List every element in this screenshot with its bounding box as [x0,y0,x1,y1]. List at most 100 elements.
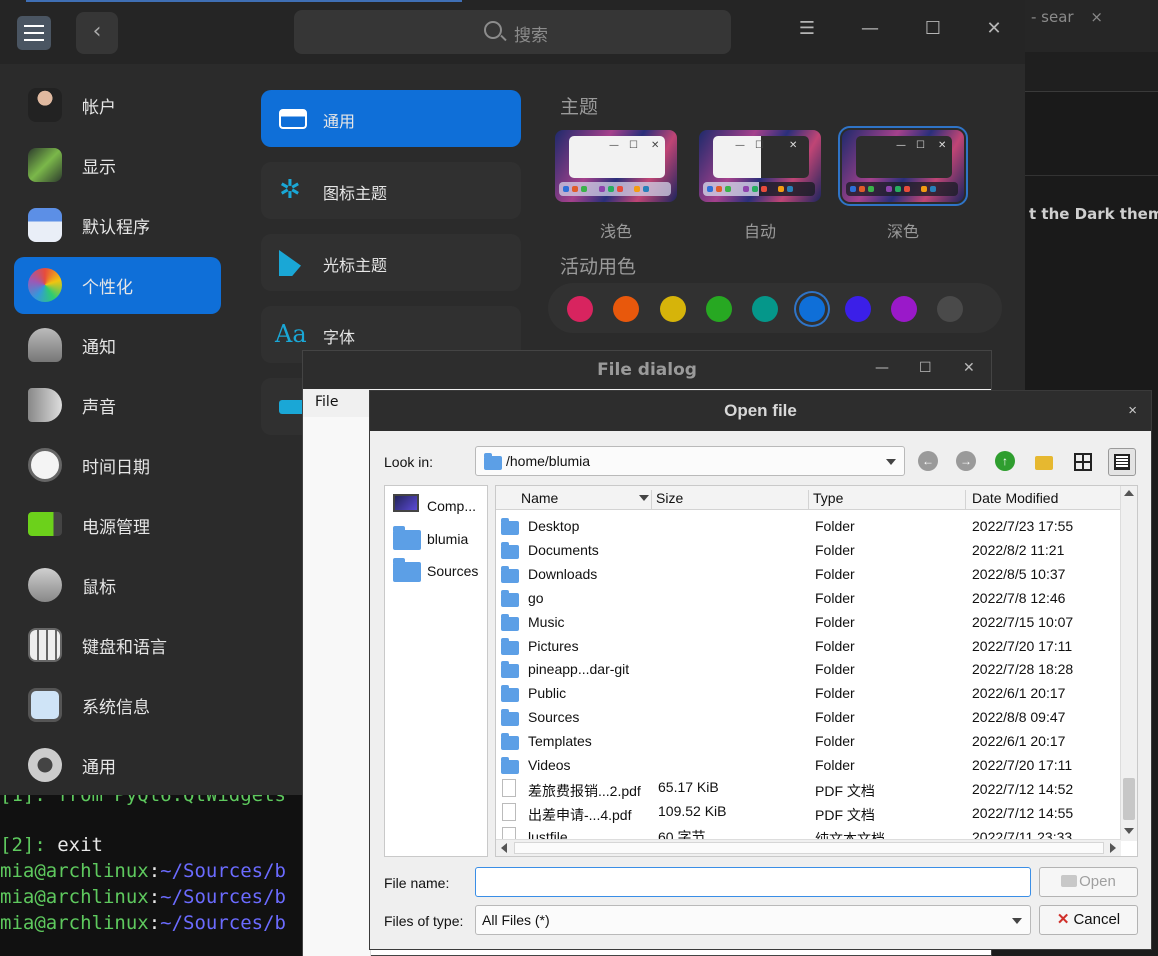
minimize-button[interactable]: — [875,360,889,376]
accent-color-swatch[interactable] [752,296,779,322]
close-button[interactable]: ✕ [963,360,975,376]
sidebar-item-label: 电源管理 [82,518,150,538]
close-icon: ✕ [789,140,798,151]
parent-directory-button[interactable]: ↑ [991,448,1019,476]
look-in-value: /home/blumia [506,453,591,469]
new-folder-button[interactable] [1030,448,1058,476]
cell-type: Folder [815,685,855,702]
theme-auto-option[interactable]: — ☐ ✕ [699,130,821,202]
arrow-up-icon: ↑ [995,451,1015,471]
terminal-path: ~/Sources/b [160,912,287,934]
accent-color-swatch[interactable] [891,296,918,322]
column-header-type[interactable]: Type [809,490,966,510]
sidebar-item-personalization[interactable]: 个性化 [14,257,221,314]
icon-view-button[interactable] [1069,448,1097,476]
horizontal-scrollbar[interactable] [496,839,1121,856]
column-header-name[interactable]: Name [496,490,652,510]
cell-date: 2022/6/1 20:17 [972,733,1066,750]
page-text: t the Dark theme [1029,205,1158,223]
place-home[interactable]: blumia [391,523,487,553]
place-sources[interactable]: Sources [391,555,487,585]
back-button[interactable]: ← [914,448,942,476]
vertical-scrollbar[interactable] [1120,486,1137,841]
open-file-dialog: Open file × Look in: /home/blumia ← → ↑ … [369,390,1152,950]
accent-color-swatch[interactable] [798,296,825,322]
open-button-label: Open [1079,873,1116,890]
dock-preview [846,182,958,196]
table-row[interactable]: Downloads Folder 2022/8/5 10:37 [496,562,1121,586]
table-row[interactable]: 出差申请-...4.pdf 109.52 KiB PDF 文档 2022/7/12 1… [496,801,1121,825]
table-row[interactable]: Templates Folder 2022/6/1 20:17 [496,729,1121,753]
sidebar-item-label: 通用 [82,758,116,778]
cell-name: 差旅费报销...2.pdf [528,782,641,799]
table-row[interactable]: Sources Folder 2022/8/8 09:47 [496,705,1121,729]
maximize-icon: ☐ [916,140,925,151]
browser-tab[interactable]: - sear × [1025,8,1158,38]
place-computer[interactable]: Comp... [391,490,487,520]
table-row[interactable]: Documents Folder 2022/8/2 11:21 [496,538,1121,562]
close-button[interactable]: × [1128,402,1137,419]
sidebar-item-datetime[interactable]: 时间日期 [14,437,221,494]
sidebar-item-display[interactable]: 显示 [14,137,221,194]
theme-light-label: 浅色 [599,222,632,241]
detail-view-button[interactable] [1108,448,1136,476]
submenu-item-icon-theme[interactable]: ✲ 图标主题 [261,162,521,219]
folder-icon [501,661,519,679]
table-row[interactable]: pineapp...dar-git Folder 2022/7/28 18:28 [496,657,1121,681]
sidebar-item-notification[interactable]: 通知 [14,317,221,374]
sidebar-item-account[interactable]: 帐户 [14,77,221,134]
sidebar-item-keyboard[interactable]: 键盘和语言 [14,617,221,674]
maximize-button[interactable]: ☐ [919,360,932,376]
menu-file[interactable]: File [315,394,338,410]
submenu-item-cursor-theme[interactable]: 光标主题 [261,234,521,291]
cell-size: 65.17 KiB [658,778,719,795]
close-button[interactable]: ✕ [979,18,1009,39]
file-name-input[interactable] [475,867,1031,897]
table-row[interactable]: Public Folder 2022/6/1 20:17 [496,681,1121,705]
minimize-button[interactable]: — [855,18,885,39]
table-row[interactable]: go Folder 2022/7/8 12:46 [496,586,1121,610]
sidebar-item-power[interactable]: 电源管理 [14,497,221,554]
forward-button[interactable]: → [952,448,980,476]
open-button[interactable]: Open [1039,867,1138,897]
accent-color-swatch[interactable] [705,296,732,322]
theme-light-option[interactable]: — ☐ ✕ [555,130,677,202]
files-of-type-combobox[interactable]: All Files (*) [475,905,1031,935]
table-row[interactable]: Videos Folder 2022/7/20 17:11 [496,753,1121,777]
cell-type: Folder [815,733,855,750]
search-input[interactable]: 搜索 [294,10,731,54]
look-in-combobox[interactable]: /home/blumia [475,446,905,476]
window-preview: — ☐ ✕ [713,136,809,178]
maximize-button[interactable]: ☐ [918,18,948,39]
folder-icon [393,558,421,582]
sidebar-item-system-info[interactable]: 系统信息 [14,677,221,734]
back-button[interactable]: ‹ [76,12,118,54]
accent-color-swatch[interactable] [844,296,871,322]
file-icon [502,802,516,821]
accent-color-swatch[interactable] [937,296,964,322]
sidebar-item-mouse[interactable]: 鼠标 [14,557,221,614]
table-row[interactable]: Pictures Folder 2022/7/20 17:11 [496,634,1121,658]
menu-button[interactable]: ☰ [792,18,822,39]
sidebar-item-general[interactable]: 通用 [14,737,221,794]
table-row[interactable]: 差旅费报销...2.pdf 65.17 KiB PDF 文档 2022/7/12 14… [496,777,1121,801]
table-row[interactable]: Desktop Folder 2022/7/23 17:55 [496,514,1121,538]
theme-dark-option[interactable]: — ☐ ✕ [838,126,968,206]
sidebar-item-label: 个性化 [82,278,133,298]
close-icon[interactable]: × [1090,8,1103,26]
cell-type: Folder [815,709,855,726]
accent-color-swatch[interactable] [659,296,686,322]
column-header-date[interactable]: Date Modified [966,490,1121,510]
file-icon [502,778,516,797]
sidebar-item-default-apps[interactable]: 默认程序 [14,197,221,254]
folder-icon [501,733,519,751]
table-row[interactable]: Music Folder 2022/7/15 10:07 [496,610,1121,634]
column-header-size[interactable]: Size [652,490,809,510]
sidebar-item-sound[interactable]: 声音 [14,377,221,434]
accent-color-swatch[interactable] [613,296,640,322]
cell-date: 2022/7/12 14:52 [972,780,1074,797]
file-list[interactable]: Name Size Type Date Modified Desktop Fold… [495,485,1138,857]
accent-color-swatch[interactable] [567,296,593,322]
cancel-button[interactable]: ✕ Cancel [1039,905,1138,935]
submenu-item-general[interactable]: 通用 [261,90,521,147]
